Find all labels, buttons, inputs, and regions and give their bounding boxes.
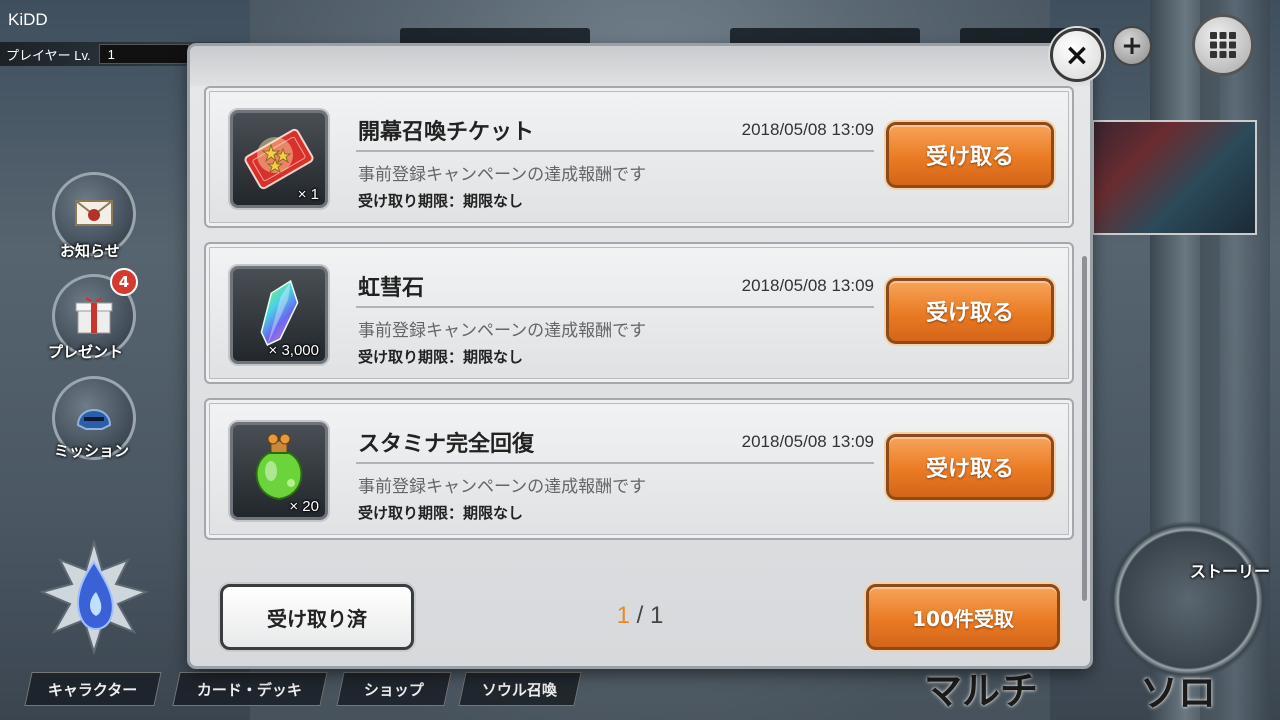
item-name: スタミナ完全回復 [358, 432, 535, 457]
item-description: 事前登録キャンペーンの達成報酬です [358, 477, 647, 497]
present-label: プレゼント [48, 343, 124, 361]
soul-flame-icon[interactable] [38, 540, 150, 660]
item-date: 2018/05/08 13:09 [741, 276, 874, 295]
receive-button[interactable]: 受け取る [886, 278, 1054, 344]
list-scrollbar[interactable] [1082, 256, 1087, 601]
tab-card-deck[interactable]: カード・デッキ [172, 672, 328, 706]
present-box-modal: × 1 開幕召喚チケット 2018/05/08 13:09 事前登録キャンペーン… [190, 46, 1090, 666]
tab-soul-summon[interactable]: ソウル召喚 [458, 672, 582, 706]
item-icon-frame: × 20 [230, 422, 328, 520]
present-list[interactable]: × 1 開幕召喚チケット 2018/05/08 13:09 事前登録キャンペーン… [204, 86, 1076, 586]
item-divider [356, 306, 874, 308]
main-menu-button[interactable] [1192, 14, 1254, 76]
rainbow-crystal-icon [260, 279, 299, 346]
present-item: × 1 開幕召喚チケット 2018/05/08 13:09 事前登録キャンペーン… [204, 86, 1074, 228]
item-limit: 受け取り期限：期限なし [358, 348, 524, 366]
character-banner[interactable] [1092, 120, 1257, 235]
page-total: 1 [650, 602, 664, 629]
stamina-potion-icon [255, 433, 303, 501]
tab-character-label: キャラクター [48, 680, 138, 699]
summon-ticket-icon [244, 128, 314, 190]
item-date: 2018/05/08 13:09 [741, 120, 874, 139]
tab-shop[interactable]: ショップ [336, 672, 452, 706]
item-description: 事前登録キャンペーンの達成報酬です [358, 321, 647, 341]
tab-soul-summon-label: ソウル召喚 [482, 680, 558, 699]
gift-box-icon [75, 297, 113, 334]
item-name: 開幕召喚チケット [358, 120, 535, 145]
item-description: 事前登録キャンペーンの達成報酬です [358, 165, 647, 185]
modal-header-shade [190, 46, 1090, 86]
present-item: × 20 スタミナ完全回復 2018/05/08 13:09 事前登録キャンペー… [204, 398, 1074, 540]
present-count-badge: 4 [110, 268, 138, 296]
notice-label: お知らせ [60, 242, 120, 260]
item-divider [356, 462, 874, 464]
tab-character[interactable]: キャラクター [24, 672, 162, 706]
multi-mode-label[interactable]: マルチ [924, 660, 1038, 715]
item-limit: 受け取り期限：期限なし [358, 504, 524, 522]
item-divider [356, 150, 874, 152]
receive-button[interactable]: 受け取る [886, 434, 1054, 500]
receive-button[interactable]: 受け取る [886, 122, 1054, 188]
item-quantity: × 1 [297, 186, 319, 203]
mission-label: ミッション [54, 442, 130, 460]
page-separator: / [629, 602, 650, 629]
envelope-icon [75, 200, 113, 226]
player-level-value: 1 [98, 44, 189, 64]
add-resource-button[interactable]: + [1112, 26, 1152, 66]
item-quantity: × 3,000 [268, 342, 319, 359]
close-button[interactable]: × [1050, 28, 1104, 82]
item-icon-frame: × 3,000 [230, 266, 328, 364]
item-date: 2018/05/08 13:09 [741, 432, 874, 451]
received-history-button[interactable]: 受け取り済 [220, 584, 414, 650]
item-name: 虹彗石 [358, 276, 425, 301]
page-indicator: 1 / 1 [600, 602, 680, 630]
player-level-label: プレイヤー Lv. [6, 47, 91, 63]
helmet-icon [76, 409, 112, 430]
close-icon: × [1064, 37, 1090, 73]
bulk-receive-button[interactable]: 100件受取 [866, 584, 1060, 650]
tab-shop-label: ショップ [363, 680, 424, 699]
solo-mode-emblem[interactable] [1108, 520, 1268, 680]
player-name: KiDD [8, 10, 48, 29]
tab-card-deck-label: カード・デッキ [197, 680, 303, 699]
grid-menu-icon [1210, 32, 1236, 58]
item-limit: 受け取り期限：期限なし [358, 192, 524, 210]
item-icon-frame: × 1 [230, 110, 328, 208]
story-label: ストーリー [1190, 562, 1271, 581]
solo-mode-label[interactable]: ソロ [1140, 662, 1216, 717]
plus-icon: + [1121, 31, 1143, 61]
item-quantity: × 20 [289, 498, 319, 515]
present-item: × 3,000 虹彗石 2018/05/08 13:09 事前登録キャンペーンの… [204, 242, 1074, 384]
page-current: 1 [616, 602, 630, 629]
